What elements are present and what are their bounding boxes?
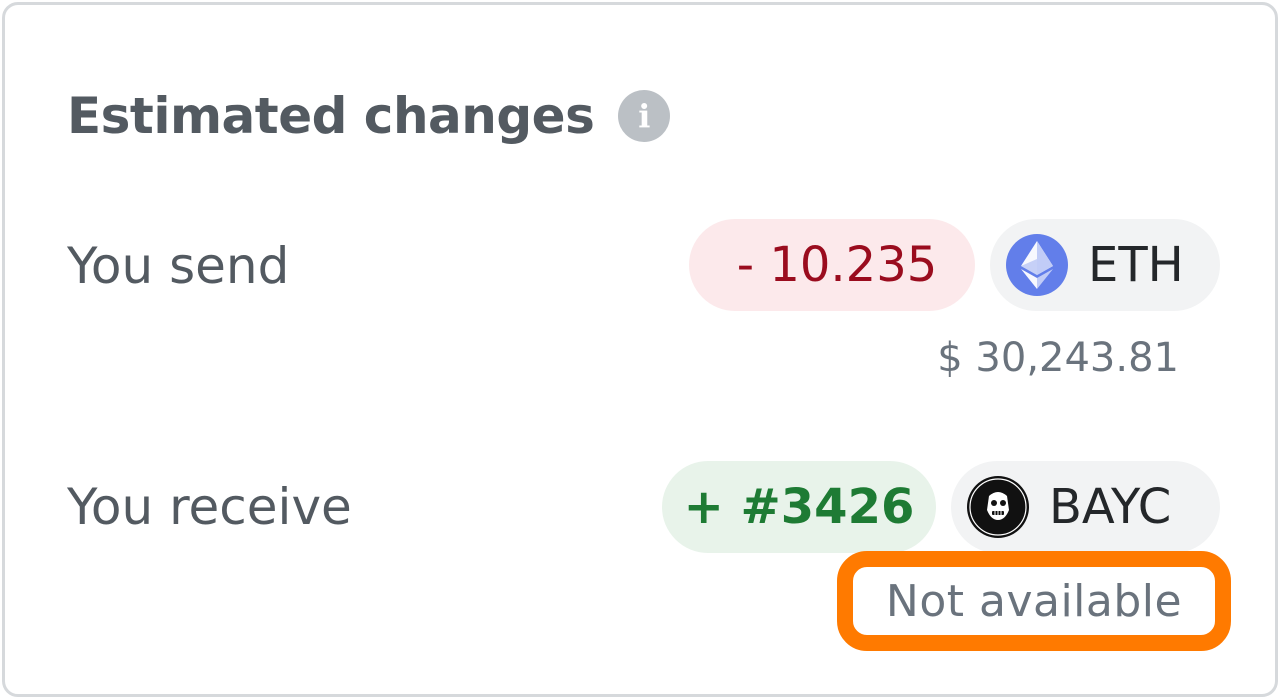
receive-fiat-highlight: Not available [837,551,1231,651]
receive-label: You receive [67,478,352,536]
receive-fiat-value: Not available [885,575,1183,627]
send-amount: - 10.235 [736,237,938,293]
send-amount-badge: - 10.235 [689,219,975,311]
ethereum-icon [1006,234,1068,296]
card-header: Estimated changes i [67,87,671,145]
send-token-pill[interactable]: ETH [990,219,1220,311]
send-fiat-value: $ 30,243.81 [937,335,1179,381]
receive-amount: + #3426 [683,479,915,535]
receive-amount-badge: + #3426 [662,461,936,553]
info-icon[interactable]: i [618,90,671,142]
bayc-icon [967,476,1029,538]
send-token-symbol: ETH [1088,237,1184,293]
receive-token-pill[interactable]: BAYC [951,461,1220,553]
estimated-changes-card: Estimated changes i You send - 10.235 ET… [2,2,1278,697]
card-title: Estimated changes [67,87,595,145]
send-label: You send [67,237,290,295]
receive-token-symbol: BAYC [1049,479,1172,535]
